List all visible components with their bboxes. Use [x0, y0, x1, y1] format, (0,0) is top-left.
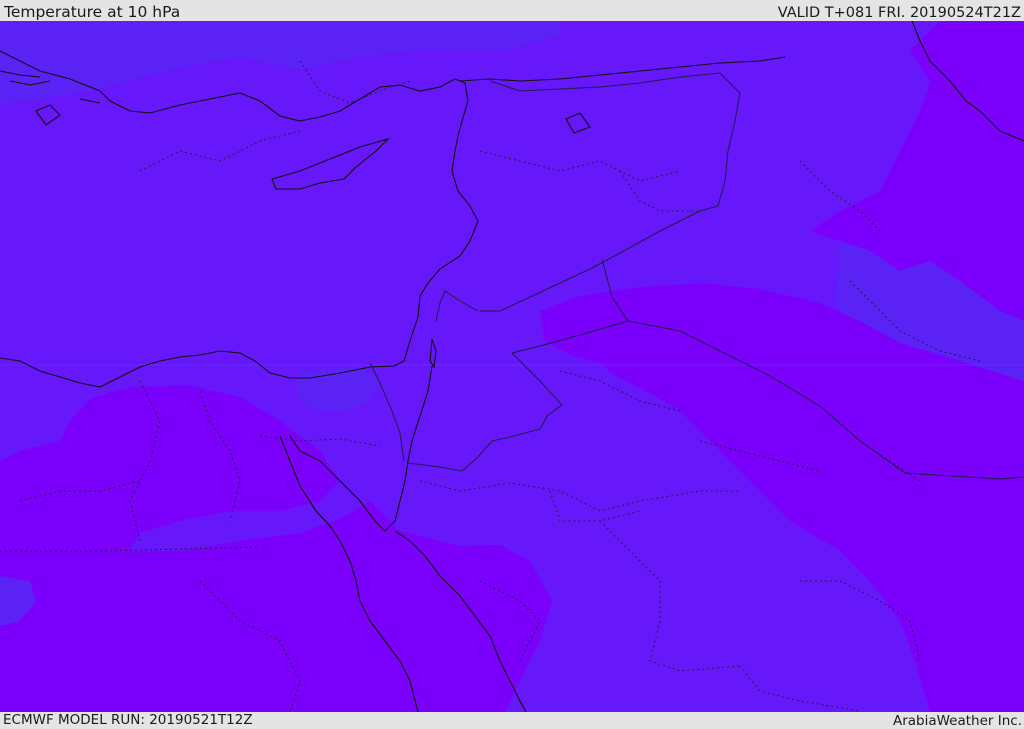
- map-canvas: [0, 21, 1024, 712]
- footer-bar: ECMWF MODEL RUN: 20190521T12Z ArabiaWeat…: [0, 712, 1024, 729]
- weather-map[interactable]: [0, 21, 1024, 712]
- valid-time-label: VALID T+081 FRI. 20190524T21Z: [777, 5, 1021, 21]
- model-run-label: ECMWF MODEL RUN: 20190521T12Z: [3, 712, 253, 728]
- header-bar: Temperature at 10 hPa VALID T+081 FRI. 2…: [0, 0, 1024, 21]
- credit-label: ArabiaWeather Inc.: [892, 713, 1022, 729]
- map-title: Temperature at 10 hPa: [4, 3, 181, 21]
